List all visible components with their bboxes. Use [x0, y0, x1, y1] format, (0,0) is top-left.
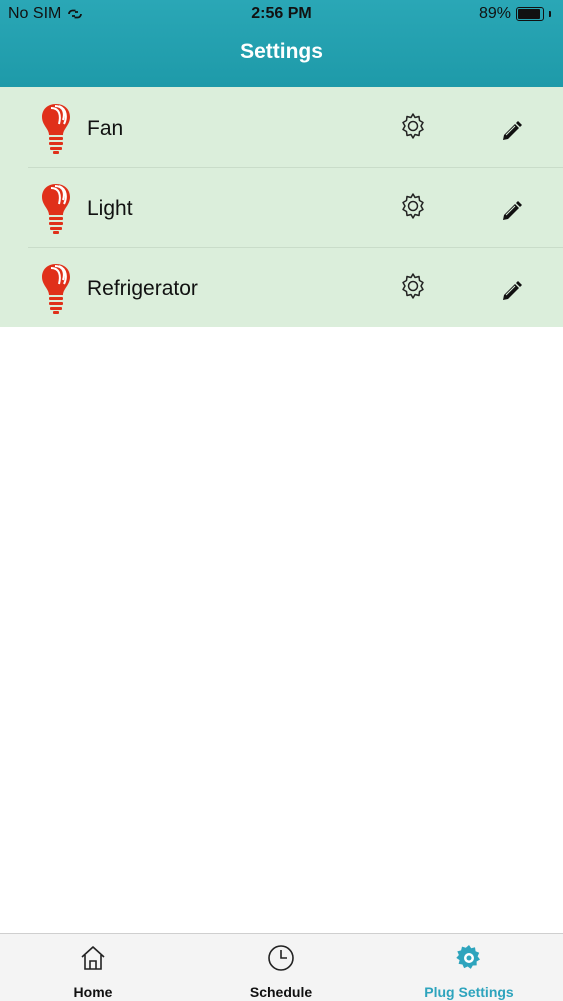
plug-name: Refrigerator: [87, 277, 198, 300]
gear-icon[interactable]: [398, 271, 428, 301]
tab-label: Plug Settings: [424, 984, 514, 1000]
header-bar: No SIM 2:56 PM 89% Settings: [0, 0, 563, 87]
edit-pencil-icon[interactable]: [500, 198, 524, 222]
clock-icon: [268, 945, 294, 971]
gear-icon[interactable]: [398, 191, 428, 221]
tab-plug-settings[interactable]: Plug Settings: [399, 934, 539, 1001]
tab-schedule[interactable]: Schedule: [211, 934, 351, 1001]
gear-icon[interactable]: [398, 111, 428, 141]
home-icon: [81, 946, 105, 970]
light-bulb-icon: [42, 104, 70, 154]
tab-home[interactable]: Home: [23, 934, 163, 1001]
plug-list: Fan Light Refrigerator: [0, 87, 563, 327]
light-bulb-icon: [42, 184, 70, 234]
tab-label: Home: [73, 984, 113, 1000]
tab-label: Schedule: [249, 984, 313, 1000]
page-title: Settings: [240, 40, 323, 63]
battery-tip: [549, 11, 551, 17]
status-bar: No SIM 2:56 PM 89%: [0, 5, 563, 25]
light-bulb-icon: [42, 264, 70, 314]
plug-name: Light: [87, 197, 133, 220]
plug-row-fan[interactable]: Fan: [0, 87, 563, 167]
battery-area: 89%: [479, 5, 551, 23]
plug-name: Fan: [87, 117, 124, 140]
tab-bar: Home Schedule Plug Settings: [0, 933, 563, 1001]
edit-pencil-icon[interactable]: [500, 118, 524, 142]
plug-row-refrigerator[interactable]: Refrigerator: [0, 247, 563, 327]
battery-percent: 89%: [478, 5, 511, 22]
edit-pencil-icon[interactable]: [500, 278, 524, 302]
battery-icon: [516, 7, 544, 21]
plug-row-light[interactable]: Light: [0, 167, 563, 247]
gear-icon: [456, 945, 480, 969]
